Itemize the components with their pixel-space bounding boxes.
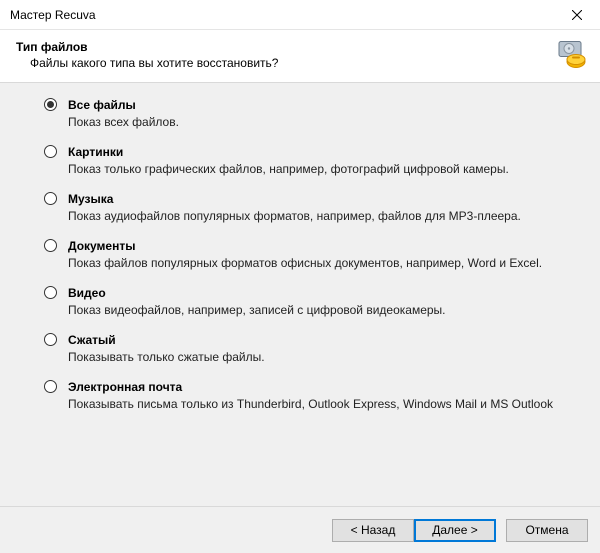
option-desc: Показ файлов популярных форматов офисных… [68, 256, 570, 271]
option-pictures[interactable]: Картинки Показ только графических файлов… [44, 144, 570, 177]
header-title: Тип файлов [16, 40, 584, 54]
titlebar: Мастер Recuva [0, 0, 600, 30]
option-label: Сжатый [68, 332, 570, 348]
option-desc: Показывать только сжатые файлы. [68, 350, 570, 365]
back-button[interactable]: < Назад [332, 519, 414, 542]
radio-email[interactable] [44, 380, 57, 393]
radio-music[interactable] [44, 192, 57, 205]
option-compressed[interactable]: Сжатый Показывать только сжатые файлы. [44, 332, 570, 365]
wizard-footer: < Назад Далее > Отмена [0, 507, 600, 553]
close-icon [572, 10, 582, 20]
option-desc: Показ видеофайлов, например, записей с ц… [68, 303, 570, 318]
option-label: Картинки [68, 144, 570, 160]
option-music[interactable]: Музыка Показ аудиофайлов популярных форм… [44, 191, 570, 224]
option-label: Все файлы [68, 97, 570, 113]
header-subtitle: Файлы какого типа вы хотите восстановить… [30, 56, 584, 70]
hdd-icon [556, 40, 586, 73]
radio-compressed[interactable] [44, 333, 57, 346]
option-label: Музыка [68, 191, 570, 207]
option-desc: Показ только графических файлов, наприме… [68, 162, 570, 177]
next-button[interactable]: Далее > [414, 519, 496, 542]
wizard-header: Тип файлов Файлы какого типа вы хотите в… [0, 30, 600, 83]
radio-pictures[interactable] [44, 145, 57, 158]
cancel-button[interactable]: Отмена [506, 519, 588, 542]
option-desc: Показ аудиофайлов популярных форматов, н… [68, 209, 570, 224]
option-label: Электронная почта [68, 379, 570, 395]
option-desc: Показ всех файлов. [68, 115, 570, 130]
option-label: Документы [68, 238, 570, 254]
radio-documents[interactable] [44, 239, 57, 252]
option-video[interactable]: Видео Показ видеофайлов, например, запис… [44, 285, 570, 318]
option-email[interactable]: Электронная почта Показывать письма толь… [44, 379, 570, 412]
radio-video[interactable] [44, 286, 57, 299]
radio-all-files[interactable] [44, 98, 57, 111]
window-title: Мастер Recuva [10, 8, 96, 22]
close-button[interactable] [554, 0, 600, 30]
option-label: Видео [68, 285, 570, 301]
option-desc: Показывать письма только из Thunderbird,… [68, 397, 570, 412]
options-panel: Все файлы Показ всех файлов. Картинки По… [0, 83, 600, 507]
option-documents[interactable]: Документы Показ файлов популярных формат… [44, 238, 570, 271]
option-all-files[interactable]: Все файлы Показ всех файлов. [44, 97, 570, 130]
